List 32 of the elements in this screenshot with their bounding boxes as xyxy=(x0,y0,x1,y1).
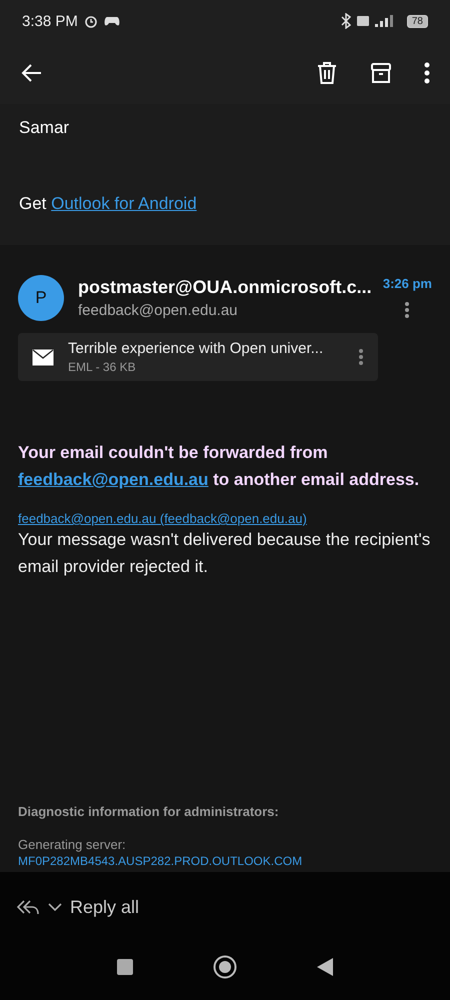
avatar: P xyxy=(18,275,64,321)
trash-icon[interactable] xyxy=(316,61,338,85)
server-label: Generating server: xyxy=(18,837,127,852)
attachment-size: EML - 36 KB xyxy=(68,360,137,374)
caret-icon xyxy=(48,903,62,911)
email-link[interactable]: feedback@open.edu.au xyxy=(18,470,208,489)
alarm-icon xyxy=(84,14,98,28)
bounce-heading: Your email couldn't be forwarded from feedback@open.edu.au to another email address. xyxy=(18,442,420,491)
diagnostic-title: Diagnostic information for administrators: xyxy=(18,804,280,819)
status-time: 3:38 PM xyxy=(22,12,78,30)
archive-icon[interactable] xyxy=(370,61,392,85)
sender-address: postmaster@OUA.onmicrosoft.c... xyxy=(78,277,369,298)
bounce-message: Your message wasn't delivered because the recipient's email provider rejected it. xyxy=(18,529,432,578)
back-icon[interactable] xyxy=(317,958,333,976)
attachment-name: Terrible experience with Open univer... xyxy=(68,340,324,357)
more-icon[interactable] xyxy=(404,301,410,319)
home-icon[interactable] xyxy=(213,955,237,979)
more-icon[interactable] xyxy=(424,62,430,84)
outlook-link[interactable]: Outlook for Android xyxy=(51,194,197,213)
reply-all-button[interactable]: Reply all xyxy=(16,896,140,918)
message-time: 3:26 pm xyxy=(382,276,432,291)
recipient-address: feedback@open.edu.au xyxy=(78,302,239,319)
envelope-icon xyxy=(32,348,54,366)
recipient-link[interactable]: feedback@open.edu.au (feedback@open.edu.au) xyxy=(18,511,432,526)
gamepad-icon xyxy=(104,15,120,27)
signature-text: Get Outlook for Android xyxy=(19,194,198,214)
server-name: MF0P282MB4543.AUSP282.PROD.OUTLOOK.COM xyxy=(18,854,304,868)
attachment-card[interactable]: Terrible experience with Open univer... EML - 36 KB xyxy=(18,333,378,381)
bluetooth-icon xyxy=(340,13,351,29)
reply-all-icon xyxy=(16,899,40,915)
sender-name: Samar xyxy=(19,118,70,138)
battery-indicator: 78 xyxy=(406,14,428,28)
